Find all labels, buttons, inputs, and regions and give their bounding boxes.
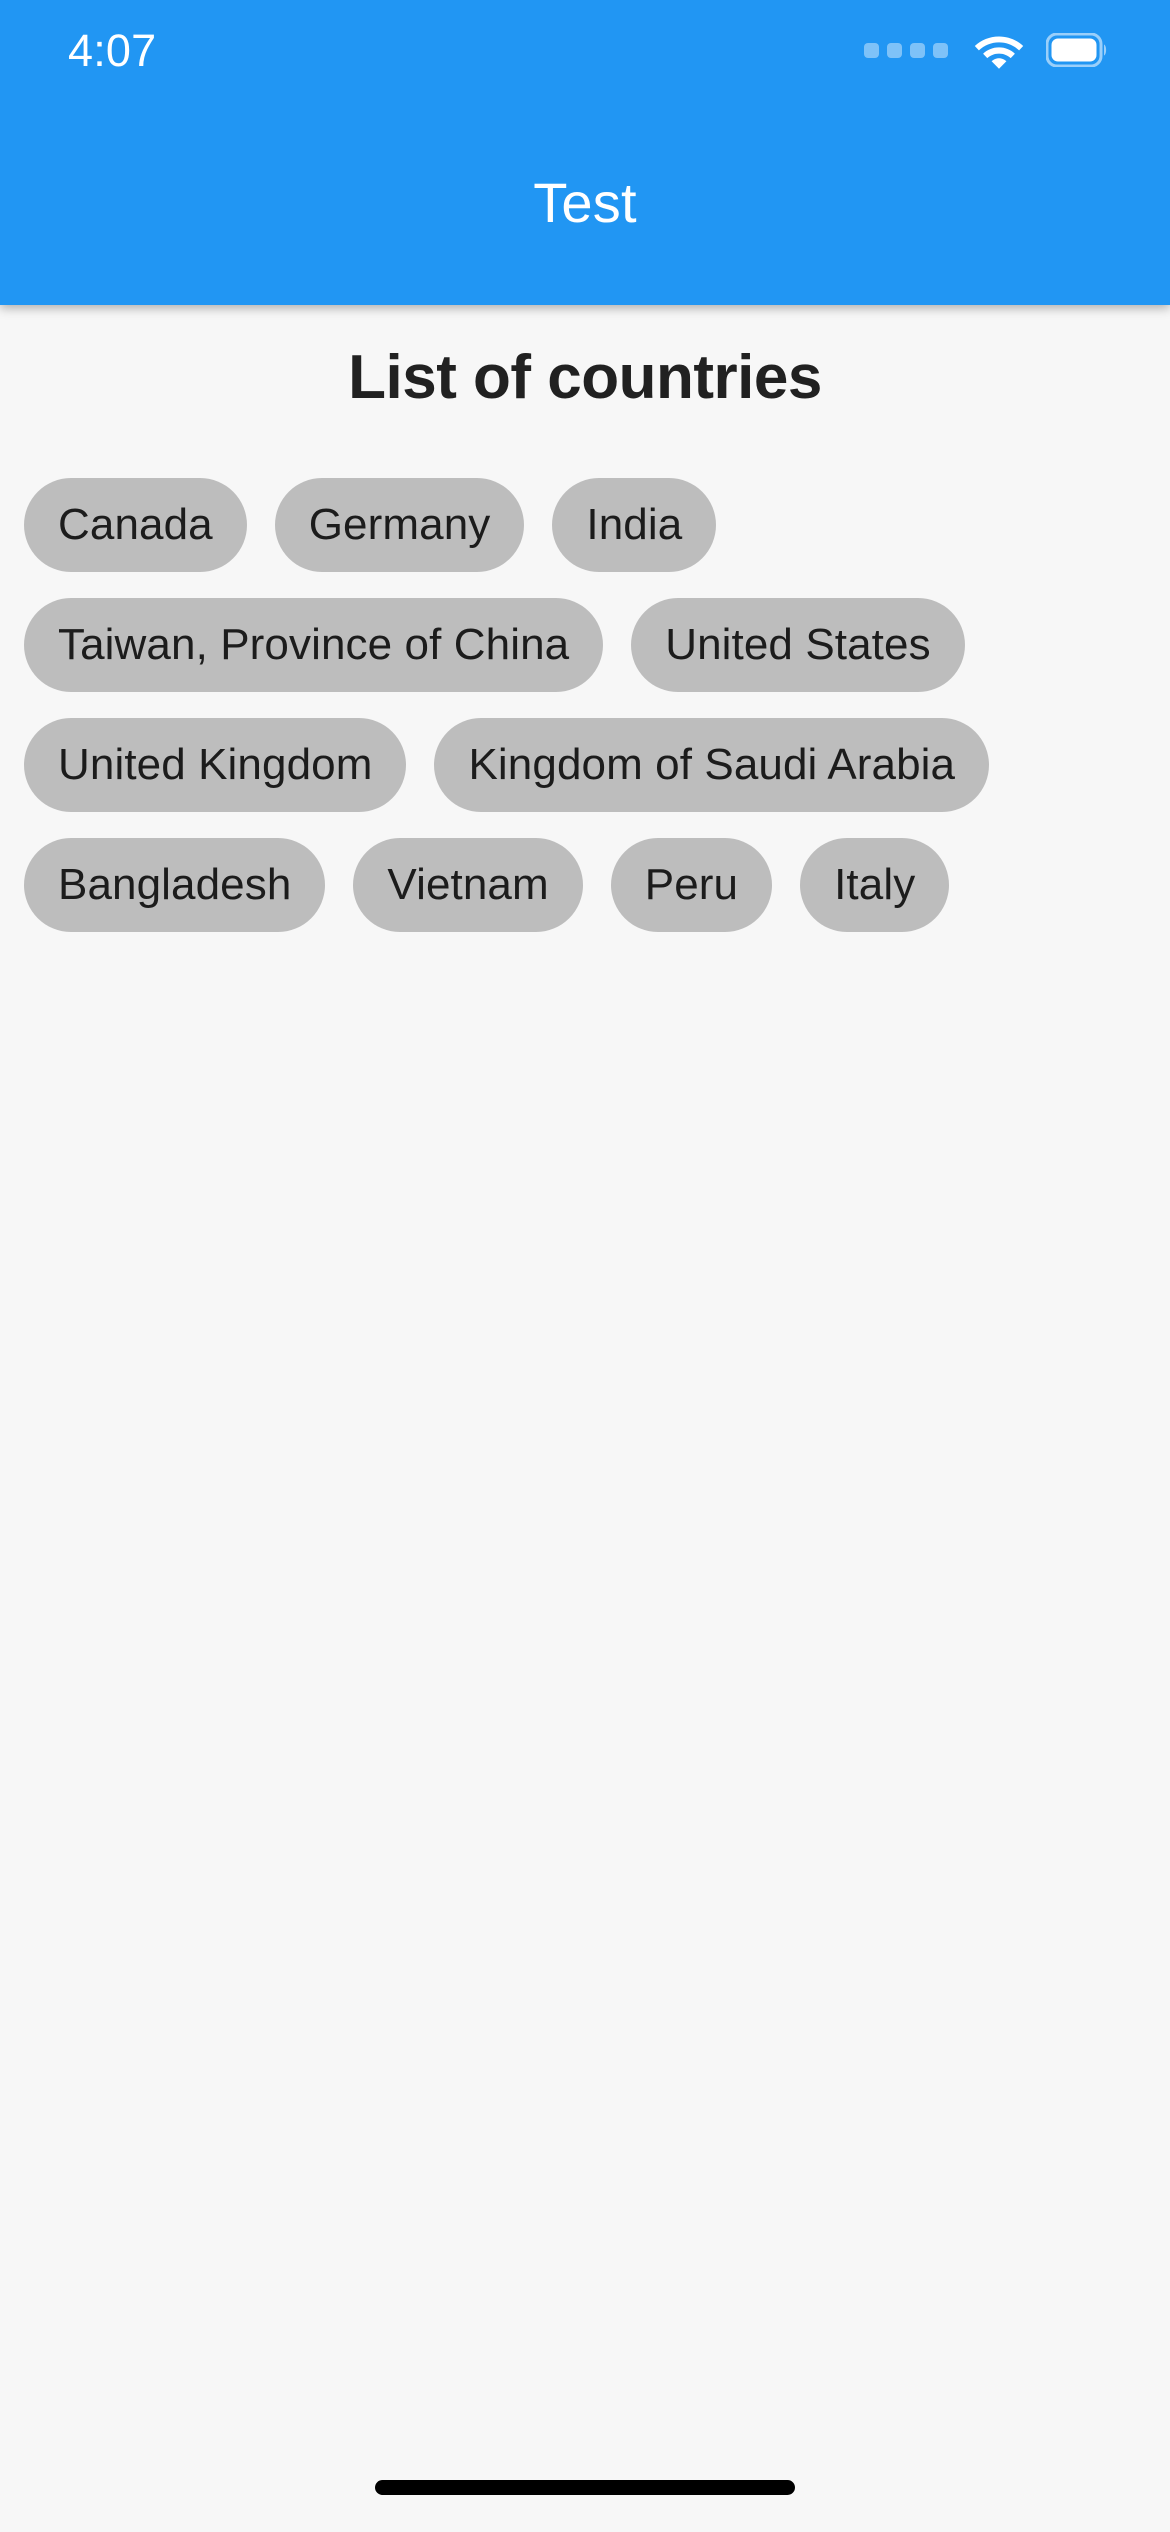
country-chip[interactable]: Bangladesh	[24, 838, 326, 932]
home-indicator-area	[0, 2442, 1170, 2532]
wifi-icon	[974, 36, 1024, 69]
home-indicator[interactable]	[375, 2479, 795, 2495]
country-chip[interactable]: United States	[631, 598, 965, 692]
country-chip[interactable]: Germany	[274, 478, 525, 572]
app-bar-title-text: Test	[533, 170, 637, 234]
country-chip-list: Canada Germany India Taiwan, Province of…	[0, 409, 1170, 932]
country-chip[interactable]: Vietnam	[353, 838, 583, 932]
country-chip[interactable]: Taiwan, Province of China	[24, 598, 604, 692]
app-bar: 4:07 Test	[0, 0, 1170, 305]
signal-dots-icon	[864, 42, 948, 58]
country-chip[interactable]: India	[552, 478, 717, 572]
country-chip[interactable]: Kingdom of Saudi Arabia	[434, 718, 990, 812]
country-chip[interactable]: Italy	[800, 838, 950, 932]
page-title: List of countries	[348, 343, 822, 412]
phone-screen: 4:07 Test List of countries Canada Germa…	[0, 0, 1170, 2532]
battery-full-icon	[1046, 33, 1107, 67]
status-bar-clock: 4:07	[68, 24, 157, 76]
country-chip[interactable]: United Kingdom	[24, 718, 407, 812]
country-chip[interactable]: Peru	[610, 838, 773, 932]
status-bar-indicators	[864, 31, 1108, 69]
app-bar-title: Test	[0, 100, 1170, 305]
status-bar: 4:07	[0, 0, 1170, 100]
main-content: List of countries Canada Germany India T…	[0, 305, 1170, 2532]
country-chip[interactable]: Canada	[24, 478, 247, 572]
